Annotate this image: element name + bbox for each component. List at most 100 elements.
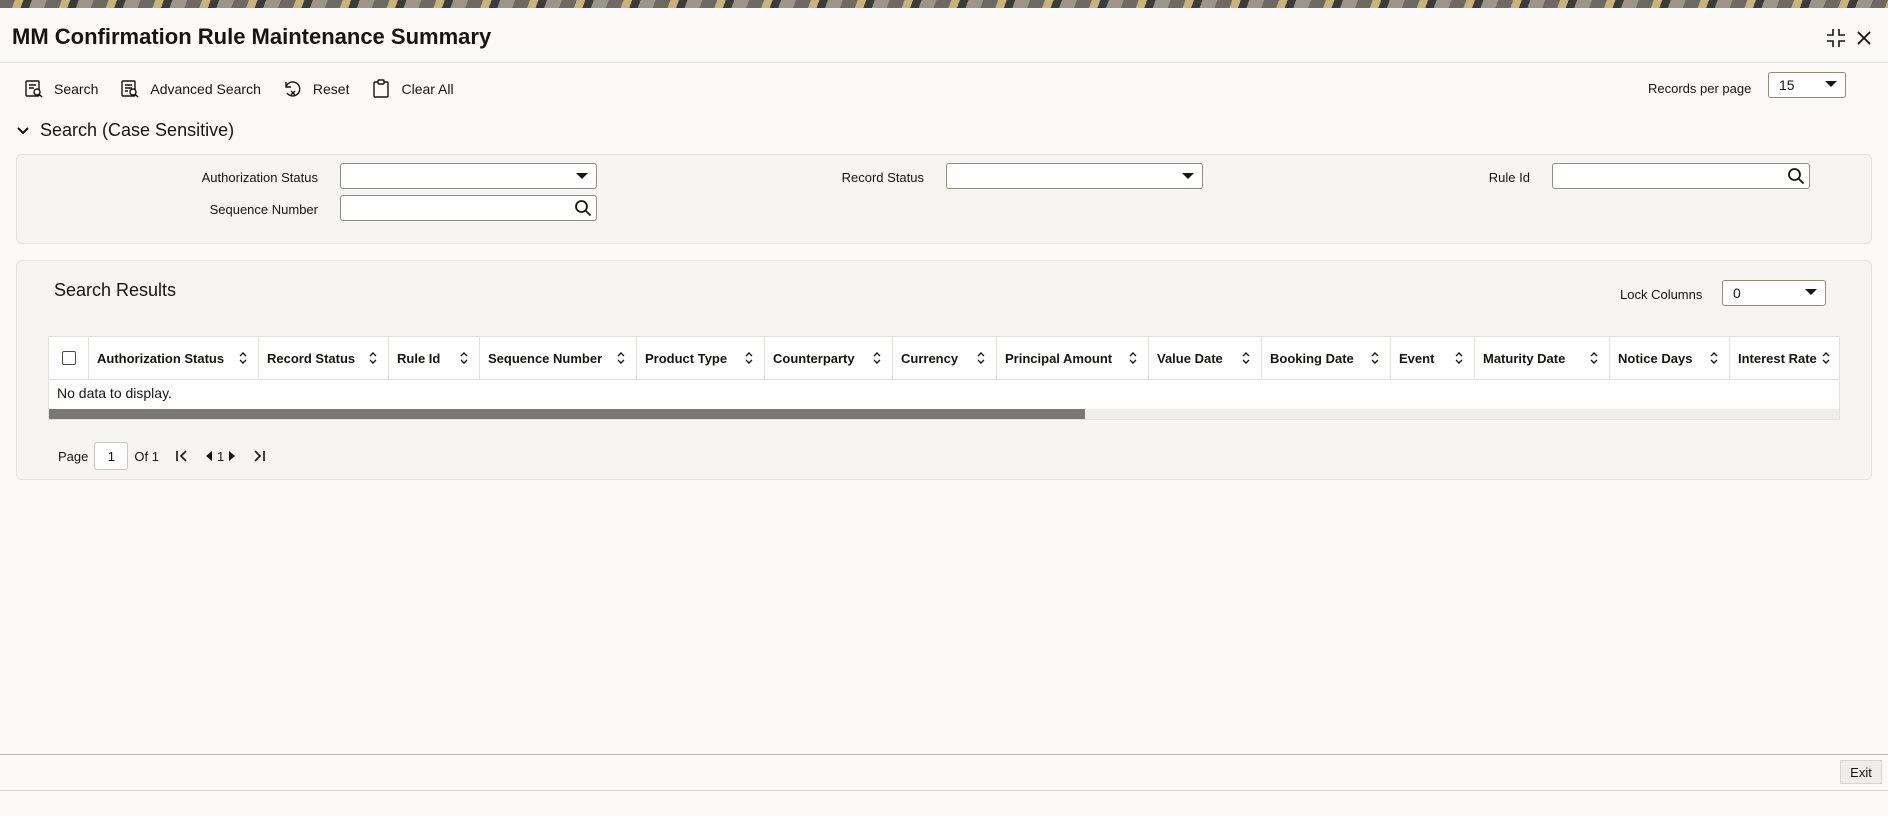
column-label: Rule Id bbox=[397, 350, 441, 366]
reset-button[interactable]: Reset bbox=[283, 79, 350, 99]
empty-table-message: No data to display. bbox=[57, 385, 172, 401]
summary-window: MM Confirmation Rule Maintenance Summary… bbox=[0, 8, 1888, 816]
column-header-record-status[interactable]: Record Status bbox=[259, 337, 389, 379]
advanced-search-button-label: Advanced Search bbox=[150, 81, 261, 97]
page-number-input[interactable]: 1 bbox=[94, 442, 129, 470]
results-table: Authorization Status Record Status Rule … bbox=[48, 336, 1840, 420]
authorization-status-select[interactable] bbox=[340, 163, 597, 189]
page-title: MM Confirmation Rule Maintenance Summary bbox=[12, 24, 492, 49]
reset-button-label: Reset bbox=[312, 81, 350, 97]
column-label: Booking Date bbox=[1270, 350, 1354, 366]
search-doc-icon bbox=[25, 80, 43, 98]
sort-icon bbox=[745, 352, 753, 364]
sort-icon bbox=[1129, 352, 1137, 364]
sort-icon bbox=[873, 352, 881, 364]
record-status-select[interactable] bbox=[946, 163, 1203, 189]
column-label: Interest Rate bbox=[1738, 350, 1817, 366]
chevron-down-icon bbox=[1825, 81, 1837, 87]
lock-columns-select[interactable]: 0 bbox=[1722, 280, 1826, 306]
horizontal-scrollbar[interactable] bbox=[49, 409, 1839, 419]
current-page-number: 1 bbox=[216, 448, 225, 464]
sort-icon bbox=[1371, 352, 1379, 364]
column-label: Counterparty bbox=[773, 350, 855, 366]
select-all-checkbox[interactable] bbox=[62, 351, 76, 365]
column-header-product-type[interactable]: Product Type bbox=[637, 337, 765, 379]
sort-icon bbox=[977, 352, 985, 364]
search-icon[interactable] bbox=[574, 199, 592, 222]
search-results-title: Search Results bbox=[54, 280, 177, 300]
exit-button[interactable]: Exit bbox=[1840, 760, 1882, 784]
column-header-authorization-status[interactable]: Authorization Status bbox=[89, 337, 259, 379]
column-header-counterparty[interactable]: Counterparty bbox=[765, 337, 893, 379]
footer-divider bbox=[0, 754, 1888, 755]
column-header-notice-days[interactable]: Notice Days bbox=[1610, 337, 1730, 379]
column-label: Record Status bbox=[267, 350, 356, 366]
search-button[interactable]: Search bbox=[24, 79, 98, 99]
rule-id-label: Rule Id bbox=[1488, 170, 1530, 185]
background-banner bbox=[0, 0, 1888, 8]
advanced-search-icon bbox=[121, 80, 140, 98]
search-section-title: Search (Case Sensitive) bbox=[40, 120, 235, 140]
authorization-status-label: Authorization Status bbox=[201, 170, 318, 185]
maximize-icon[interactable] bbox=[1822, 24, 1850, 52]
search-button-label: Search bbox=[54, 81, 99, 97]
sort-icon bbox=[617, 352, 625, 364]
last-page-icon[interactable] bbox=[252, 449, 266, 463]
column-header-currency[interactable]: Currency bbox=[893, 337, 997, 379]
sequence-number-label: Sequence Number bbox=[209, 202, 318, 217]
chevron-down-icon bbox=[1805, 289, 1817, 295]
chevron-down-icon bbox=[1182, 173, 1194, 179]
column-header-interest-rate[interactable]: Interest Rate bbox=[1730, 337, 1839, 379]
sort-icon bbox=[1822, 352, 1830, 364]
footer-bottom-divider bbox=[0, 790, 1888, 791]
column-header-event[interactable]: Event bbox=[1391, 337, 1475, 379]
records-per-page-label: Records per page bbox=[1648, 81, 1752, 96]
page-label: Page bbox=[58, 448, 89, 464]
sort-icon bbox=[460, 352, 468, 364]
column-header-principal-amount[interactable]: Principal Amount bbox=[997, 337, 1149, 379]
close-icon[interactable] bbox=[1850, 24, 1878, 52]
clipboard-icon bbox=[373, 79, 390, 98]
column-label: Maturity Date bbox=[1483, 350, 1566, 366]
record-status-label: Record Status bbox=[841, 170, 924, 185]
lock-columns-label: Lock Columns bbox=[1620, 287, 1703, 302]
records-per-page-value: 15 bbox=[1779, 77, 1795, 93]
sort-icon bbox=[1710, 352, 1718, 364]
advanced-search-button[interactable]: Advanced Search bbox=[120, 79, 261, 99]
column-label: Event bbox=[1399, 350, 1435, 366]
column-label: Sequence Number bbox=[488, 350, 603, 366]
sort-icon bbox=[1590, 352, 1598, 364]
sort-icon bbox=[369, 352, 377, 364]
sort-icon bbox=[1242, 352, 1250, 364]
toolbar: Search Advanced Search Reset Clear All bbox=[24, 74, 476, 104]
column-header-booking-date[interactable]: Booking Date bbox=[1262, 337, 1391, 379]
column-header-sequence-number[interactable]: Sequence Number bbox=[480, 337, 637, 379]
chevron-down-icon bbox=[576, 173, 588, 179]
search-icon[interactable] bbox=[1787, 167, 1805, 190]
reset-icon bbox=[285, 81, 301, 97]
column-header-value-date[interactable]: Value Date bbox=[1149, 337, 1262, 379]
column-label: Currency bbox=[901, 350, 959, 366]
records-per-page-select[interactable]: 15 bbox=[1768, 72, 1846, 98]
column-header-maturity-date[interactable]: Maturity Date bbox=[1475, 337, 1610, 379]
column-header-rule-id[interactable]: Rule Id bbox=[389, 337, 480, 379]
clear-all-button-label: Clear All bbox=[401, 81, 454, 97]
title-divider bbox=[0, 62, 1888, 63]
first-page-icon[interactable] bbox=[175, 449, 189, 463]
column-label: Value Date bbox=[1157, 350, 1223, 366]
page-number-value: 1 bbox=[107, 448, 115, 464]
search-section-toggle[interactable]: Search (Case Sensitive) bbox=[16, 120, 234, 141]
pagination: Page 1 Of 1 1 bbox=[58, 442, 270, 470]
table-header-row: Authorization Status Record Status Rule … bbox=[49, 337, 1839, 380]
sequence-number-field[interactable] bbox=[340, 195, 597, 221]
rule-id-field[interactable] bbox=[1552, 163, 1810, 189]
column-label: Notice Days bbox=[1618, 350, 1693, 366]
select-all-cell bbox=[49, 337, 89, 379]
next-page-icon[interactable] bbox=[228, 450, 236, 462]
scrollbar-thumb[interactable] bbox=[49, 409, 1085, 419]
page-count-label: Of 1 bbox=[134, 448, 159, 464]
previous-page-icon[interactable] bbox=[205, 450, 213, 462]
clear-all-button[interactable]: Clear All bbox=[371, 79, 454, 99]
column-label: Product Type bbox=[645, 350, 728, 366]
column-label: Principal Amount bbox=[1005, 350, 1113, 366]
